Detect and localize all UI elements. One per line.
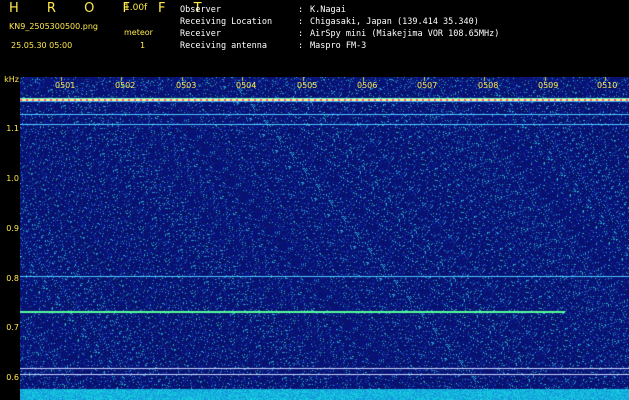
filename-label: KN9_2505300500.png bbox=[9, 22, 98, 31]
y-tick-label: 1.0 bbox=[6, 174, 19, 183]
header-panel: H R O F F T 1.00f KN9_2505300500.png 25.… bbox=[0, 0, 629, 76]
x-tick-label: 0507 bbox=[417, 81, 438, 90]
x-tick-label: 0508 bbox=[478, 81, 499, 90]
y-tick-label: 0.7 bbox=[6, 323, 19, 332]
observation-info: Observer: K.Nagai Receiving Location: Chig… bbox=[180, 4, 499, 52]
spectrogram-plot bbox=[20, 77, 629, 400]
info-row-location: Receiving Location: Chigasaki, Japan (139… bbox=[180, 17, 479, 27]
meteor-count: 1 bbox=[140, 41, 146, 50]
y-tick-label: 0.6 bbox=[6, 373, 19, 382]
info-value: Maspro FM-3 bbox=[310, 41, 367, 51]
y-tick-label: 0.8 bbox=[6, 274, 19, 283]
meteor-label: meteor bbox=[124, 28, 153, 37]
info-value: Chigasaki, Japan (139.414 35.340) bbox=[310, 17, 479, 27]
version-label: 1.00f bbox=[124, 3, 148, 13]
x-tick-label: 0502 bbox=[115, 81, 136, 90]
y-unit-label: kHz bbox=[4, 75, 19, 84]
datetime-label: 25.05.30 05:00 bbox=[11, 41, 73, 50]
x-tick-label: 0501 bbox=[55, 81, 76, 90]
info-row-receiver: Receiver: AirSpy mini (Miakejima VOR 108.… bbox=[180, 29, 500, 39]
x-tick-label: 0506 bbox=[357, 81, 378, 90]
x-tick-label: 0509 bbox=[538, 81, 559, 90]
y-tick-label: 1.1 bbox=[6, 124, 19, 133]
info-key: Receiving Location bbox=[180, 17, 273, 27]
x-tick-label: 0505 bbox=[297, 81, 318, 90]
y-tick-label: 0.9 bbox=[6, 224, 19, 233]
info-key: Observer bbox=[180, 5, 221, 15]
info-row-observer: Observer: K.Nagai bbox=[180, 5, 346, 15]
waterfall-canvas bbox=[20, 77, 629, 400]
info-key: Receiving antenna bbox=[180, 41, 267, 51]
x-tick-label: 0504 bbox=[236, 81, 257, 90]
info-key: Receiver bbox=[180, 29, 221, 39]
x-tick-label: 0503 bbox=[176, 81, 197, 90]
info-value: K.Nagai bbox=[310, 5, 346, 15]
info-row-antenna: Receiving antenna: Maspro FM-3 bbox=[180, 41, 367, 51]
info-value: AirSpy mini (Miakejima VOR 108.65MHz) bbox=[310, 29, 500, 39]
x-tick-label: 0510 bbox=[597, 81, 618, 90]
